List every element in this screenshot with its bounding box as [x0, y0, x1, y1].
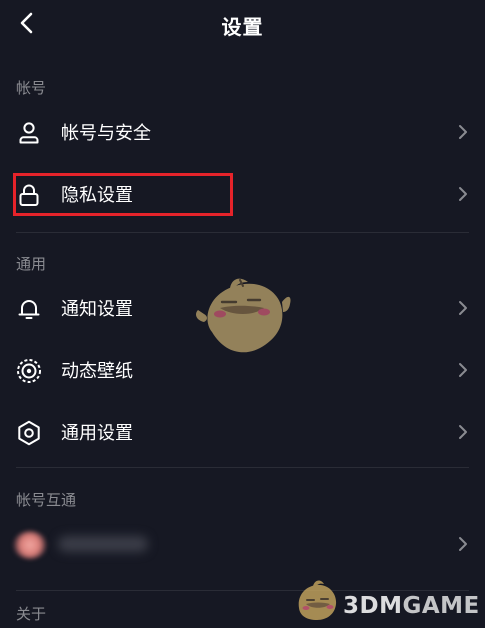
chevron-right-icon [459, 425, 467, 439]
watermark-logo-text: 3DMGAME [343, 593, 480, 619]
section-label-about: 关于 [16, 605, 47, 623]
settings-item-account-security[interactable]: 帐号与安全 [0, 103, 485, 161]
highlight-box [13, 173, 233, 216]
settings-item-general[interactable]: 通用设置 [0, 403, 485, 461]
live-wallpaper-icon [17, 359, 41, 383]
section-label-general: 通用 [16, 255, 47, 273]
divider [16, 590, 469, 591]
avatar [13, 531, 47, 559]
chevron-right-icon [459, 301, 467, 315]
top-bar: 设置 [0, 0, 485, 50]
section-label-account: 帐号 [16, 79, 47, 97]
settings-item-label: 通知设置 [61, 299, 133, 320]
chevron-right-icon [459, 363, 467, 377]
mascot-watermark-image [196, 278, 291, 353]
chevron-right-icon [459, 537, 467, 551]
section-label-interop: 帐号互通 [16, 491, 77, 509]
chevron-right-icon [459, 125, 467, 139]
settings-item-label: 帐号与安全 [61, 123, 151, 144]
person-icon [19, 122, 39, 144]
divider [16, 467, 469, 468]
bell-icon [18, 300, 40, 319]
chevron-right-icon [459, 187, 467, 201]
gear-icon [18, 420, 40, 446]
page-title: 设置 [221, 15, 264, 39]
divider [16, 232, 469, 233]
mascot-logo-icon [298, 580, 337, 620]
blurred-account-name [58, 536, 148, 552]
settings-item-label: 通用设置 [61, 423, 133, 444]
settings-item-label: 动态壁纸 [61, 361, 133, 382]
settings-item-linked-account[interactable] [0, 515, 485, 573]
